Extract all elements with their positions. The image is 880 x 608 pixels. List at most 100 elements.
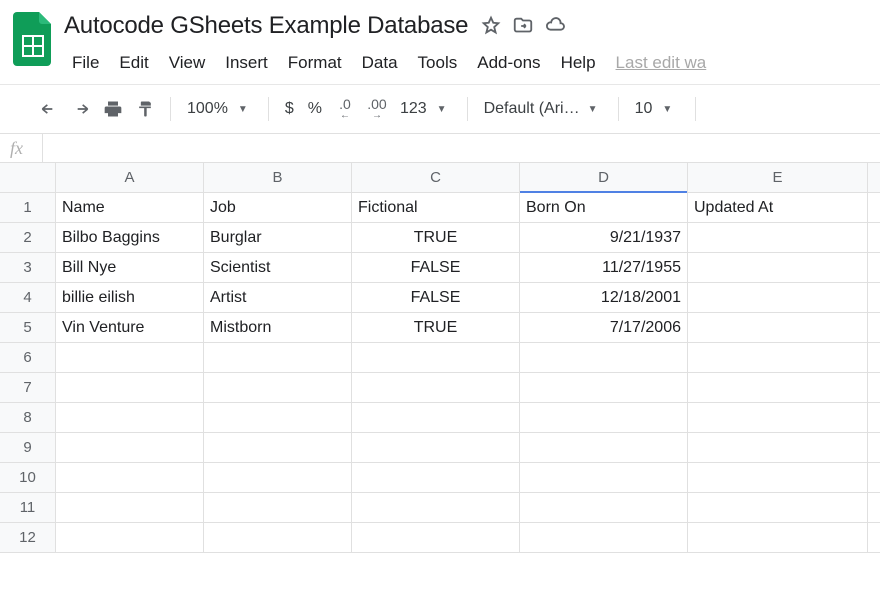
spreadsheet-grid[interactable]: ABCDE 1NameJobFictionalBorn OnUpdated At 2…: [0, 163, 880, 553]
cell[interactable]: [868, 523, 880, 553]
menu-data[interactable]: Data: [352, 49, 408, 77]
cell[interactable]: [868, 223, 880, 253]
menu-tools[interactable]: Tools: [408, 49, 468, 77]
cell[interactable]: [56, 493, 204, 523]
cell[interactable]: [868, 313, 880, 343]
cell[interactable]: [520, 433, 688, 463]
format-currency-button[interactable]: $: [279, 100, 300, 118]
cell[interactable]: [204, 403, 352, 433]
cell[interactable]: [688, 283, 868, 313]
cell[interactable]: [204, 493, 352, 523]
font-family-select[interactable]: Default (Ari… ▼: [478, 100, 608, 118]
cell[interactable]: Artist: [204, 283, 352, 313]
row-header-9[interactable]: 9: [0, 433, 56, 463]
cell[interactable]: [352, 463, 520, 493]
sheets-app-icon[interactable]: [10, 10, 56, 70]
column-header-B[interactable]: B: [204, 163, 352, 193]
menu-edit[interactable]: Edit: [109, 49, 158, 77]
row-header-4[interactable]: 4: [0, 283, 56, 313]
cell[interactable]: [520, 403, 688, 433]
cell[interactable]: [352, 403, 520, 433]
cell[interactable]: 7/17/2006: [520, 313, 688, 343]
cell[interactable]: 9/21/1937: [520, 223, 688, 253]
print-button[interactable]: [98, 94, 128, 124]
cell[interactable]: Scientist: [204, 253, 352, 283]
cell[interactable]: [688, 313, 868, 343]
cell[interactable]: TRUE: [352, 313, 520, 343]
cell[interactable]: Updated At: [688, 193, 868, 223]
select-all-corner[interactable]: [0, 163, 56, 193]
cell[interactable]: [352, 493, 520, 523]
cell[interactable]: Born On: [520, 193, 688, 223]
zoom-select[interactable]: 100% ▼: [181, 100, 258, 118]
column-header-E[interactable]: E: [688, 163, 868, 193]
cell[interactable]: [868, 373, 880, 403]
row-header-5[interactable]: 5: [0, 313, 56, 343]
cloud-saved-icon[interactable]: [544, 15, 568, 37]
cell[interactable]: Job: [204, 193, 352, 223]
cell[interactable]: [688, 523, 868, 553]
cell[interactable]: FALSE: [352, 283, 520, 313]
cell[interactable]: billie eilish: [56, 283, 204, 313]
cell[interactable]: [520, 523, 688, 553]
formula-input[interactable]: [51, 134, 880, 162]
paint-format-button[interactable]: [130, 94, 160, 124]
cell[interactable]: [688, 253, 868, 283]
menu-help[interactable]: Help: [551, 49, 606, 77]
menu-addons[interactable]: Add-ons: [467, 49, 550, 77]
cell[interactable]: [352, 523, 520, 553]
cell[interactable]: Mistborn: [204, 313, 352, 343]
cell[interactable]: Name: [56, 193, 204, 223]
decrease-decimal-button[interactable]: .0 ←: [330, 94, 360, 124]
cell[interactable]: [204, 463, 352, 493]
cell[interactable]: Bill Nye: [56, 253, 204, 283]
column-header-C[interactable]: C: [352, 163, 520, 193]
cell[interactable]: [868, 343, 880, 373]
cell[interactable]: [204, 373, 352, 403]
move-to-folder-icon[interactable]: [512, 15, 534, 37]
undo-button[interactable]: [34, 94, 64, 124]
row-header-12[interactable]: 12: [0, 523, 56, 553]
cell[interactable]: FALSE: [352, 253, 520, 283]
cell[interactable]: [868, 433, 880, 463]
cell[interactable]: [688, 493, 868, 523]
cell[interactable]: [204, 523, 352, 553]
row-header-2[interactable]: 2: [0, 223, 56, 253]
row-header-1[interactable]: 1: [0, 193, 56, 223]
row-header-3[interactable]: 3: [0, 253, 56, 283]
cell[interactable]: [56, 403, 204, 433]
menu-view[interactable]: View: [159, 49, 216, 77]
cell[interactable]: [204, 343, 352, 373]
cell[interactable]: [520, 343, 688, 373]
row-header-11[interactable]: 11: [0, 493, 56, 523]
cell[interactable]: [688, 433, 868, 463]
cell[interactable]: [352, 433, 520, 463]
cell[interactable]: Burglar: [204, 223, 352, 253]
cell[interactable]: [520, 463, 688, 493]
cell[interactable]: [56, 523, 204, 553]
cell[interactable]: Bilbo Baggins: [56, 223, 204, 253]
row-header-6[interactable]: 6: [0, 343, 56, 373]
row-header-8[interactable]: 8: [0, 403, 56, 433]
cell[interactable]: [352, 373, 520, 403]
row-header-7[interactable]: 7: [0, 373, 56, 403]
document-title[interactable]: Autocode GSheets Example Database: [62, 10, 470, 42]
cell[interactable]: [56, 433, 204, 463]
cell[interactable]: 11/27/1955: [520, 253, 688, 283]
column-header-A[interactable]: A: [56, 163, 204, 193]
cell[interactable]: [868, 493, 880, 523]
cell[interactable]: [520, 373, 688, 403]
cell[interactable]: [868, 193, 880, 223]
cell[interactable]: [520, 493, 688, 523]
cell[interactable]: [352, 343, 520, 373]
more-formats-select[interactable]: 123 ▼: [394, 100, 457, 118]
cell[interactable]: Fictional: [352, 193, 520, 223]
cell[interactable]: [688, 343, 868, 373]
cell[interactable]: [868, 283, 880, 313]
cell[interactable]: [868, 253, 880, 283]
cell[interactable]: [56, 343, 204, 373]
cell[interactable]: Vin Venture: [56, 313, 204, 343]
menu-file[interactable]: File: [62, 49, 109, 77]
column-header-D[interactable]: D: [520, 163, 688, 193]
format-percent-button[interactable]: %: [302, 100, 328, 118]
